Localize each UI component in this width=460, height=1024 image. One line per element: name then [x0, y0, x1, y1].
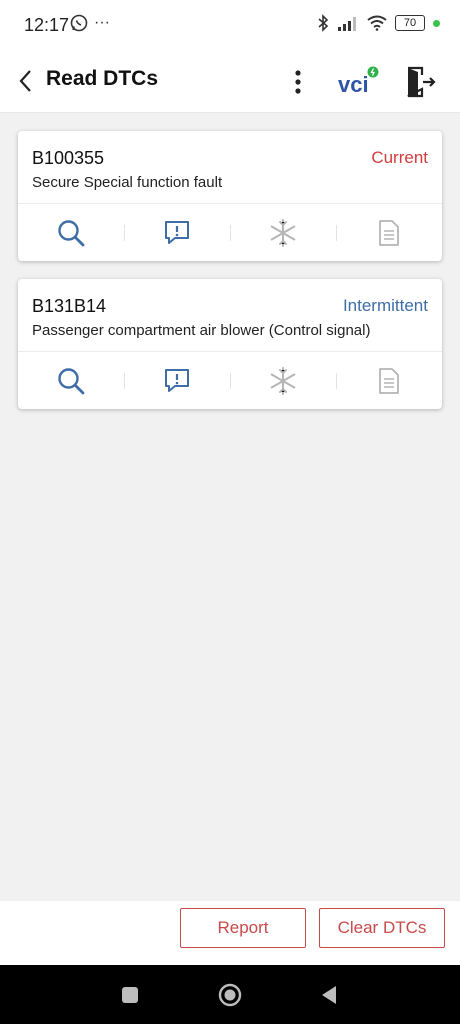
freeze-frame-button[interactable] — [230, 204, 336, 261]
report-detail-button[interactable] — [336, 204, 442, 261]
vci-connection-status[interactable]: vci — [338, 64, 382, 100]
info-bubble-icon — [165, 220, 189, 244]
help-button[interactable] — [124, 352, 230, 409]
help-button[interactable] — [124, 204, 230, 261]
dtc-code: B131B14 — [32, 296, 107, 316]
whatsapp-icon — [70, 14, 88, 32]
search-button[interactable] — [18, 352, 124, 409]
document-icon — [379, 367, 399, 394]
bluetooth-icon — [318, 14, 329, 32]
more-notifications-dots: ··· — [94, 14, 110, 31]
clear-dtcs-button[interactable]: Clear DTCs — [319, 908, 445, 948]
signal-icon — [338, 17, 356, 31]
more-options-button[interactable] — [288, 64, 308, 100]
wifi-icon — [367, 15, 387, 31]
app-bar: Read DTCs vci — [0, 52, 460, 113]
more-vertical-icon — [295, 70, 301, 94]
search-icon — [58, 219, 85, 246]
dtc-list: B100355 Current Secure Special function … — [0, 113, 460, 901]
home-button[interactable] — [218, 983, 242, 1007]
dtc-card[interactable]: B131B14 Intermittent Passenger compartme… — [18, 279, 442, 409]
recents-button[interactable] — [122, 987, 138, 1003]
chevron-left-icon — [19, 70, 31, 92]
exit-button[interactable] — [402, 64, 438, 100]
dtc-status: Intermittent — [342, 296, 428, 315]
search-icon — [58, 367, 85, 394]
vci-logo-icon: vci — [338, 66, 379, 97]
snowflake-icon — [270, 218, 296, 247]
status-time: 12:17 — [24, 15, 70, 35]
report-detail-button[interactable] — [336, 352, 442, 409]
status-left-icons: ··· — [70, 14, 110, 32]
system-back-button[interactable] — [320, 984, 338, 1006]
dtc-description: Passenger compartment air blower (Contro… — [32, 322, 371, 339]
dtc-actions — [18, 352, 442, 409]
bottom-action-bar: Report Clear DTCs — [0, 901, 460, 965]
dtc-actions — [18, 204, 442, 261]
document-icon — [379, 219, 399, 246]
system-nav-bar — [0, 965, 460, 1024]
status-right-icons: 70 — [317, 14, 440, 32]
exit-icon — [407, 66, 436, 98]
back-button[interactable] — [14, 66, 40, 96]
report-button[interactable]: Report — [180, 908, 306, 948]
status-bar: 12:17 ··· 70 — [0, 0, 460, 52]
dtc-code: B100355 — [32, 148, 105, 168]
snowflake-icon — [270, 366, 296, 395]
vci-label: vci — [338, 72, 369, 97]
page-title: Read DTCs — [46, 67, 159, 90]
privacy-indicator-dot — [433, 19, 440, 27]
freeze-frame-button[interactable] — [230, 352, 336, 409]
dtc-status: Current — [371, 148, 428, 167]
dtc-card[interactable]: B100355 Current Secure Special function … — [18, 131, 442, 261]
dtc-description: Secure Special function fault — [32, 174, 223, 191]
info-bubble-icon — [165, 368, 189, 392]
battery-indicator: 70 — [395, 15, 425, 31]
search-button[interactable] — [18, 204, 124, 261]
